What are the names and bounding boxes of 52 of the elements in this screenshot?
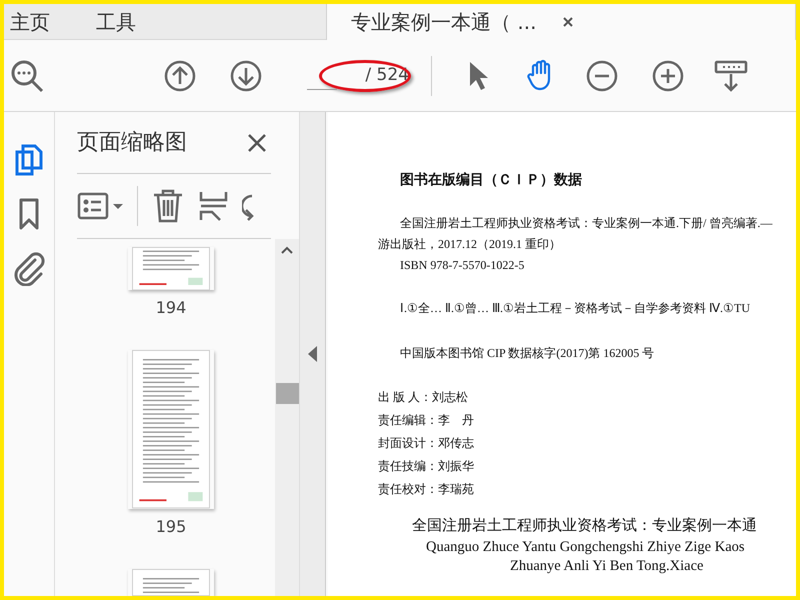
credit-line: 封面设计：邓传志 — [378, 435, 475, 452]
previous-page-button[interactable] — [164, 60, 196, 92]
search-icon — [10, 58, 44, 92]
list-icon — [77, 192, 109, 220]
credit-line: 责任校对：李瑞苑 — [378, 481, 475, 498]
triangle-left-icon — [308, 346, 317, 362]
credit-line: 出 版 人：刘志松 — [378, 389, 469, 406]
pages-icon — [14, 142, 44, 176]
book-title: 全国注册岩土工程师执业资格考试：专业案例一本通 — [412, 516, 758, 536]
scrollbar-thumb[interactable] — [276, 383, 298, 404]
paperclip-icon — [13, 252, 45, 286]
scroll-up-button[interactable] — [280, 245, 294, 255]
credit-line: 责任技编：刘振华 — [378, 458, 475, 475]
document-heading: 图书在版编目（ＣＩＰ）数据 — [400, 171, 583, 190]
zoom-out-button[interactable] — [586, 60, 618, 92]
close-panel-button[interactable] — [247, 132, 267, 152]
fit-page-button[interactable] — [714, 60, 748, 92]
caret-icon — [113, 204, 123, 208]
download-icon — [714, 60, 748, 92]
pinyin-title: Zhuanye Anli Yi Ben Tong.Xiace — [510, 556, 704, 576]
chevron-up-icon — [280, 245, 294, 255]
search-button[interactable] — [10, 58, 44, 92]
zoom-in-icon — [652, 60, 684, 92]
bookmark-icon — [17, 198, 41, 230]
page-split-icon — [198, 190, 228, 222]
tab[interactable]: 专业案例一本通（ ... — [326, 4, 796, 40]
bookmarks-button[interactable] — [17, 198, 41, 230]
document-text: Ⅰ.①全… Ⅱ.①曾… Ⅲ.①岩土工程－资格考试－自学参考资料 Ⅳ.①TU — [400, 300, 751, 317]
credit-line: 责任编辑：李 丹 — [378, 412, 475, 429]
zoom-in-button[interactable] — [652, 60, 684, 92]
panel-title: 页面缩略图 — [77, 129, 187, 157]
next-page-button[interactable] — [230, 60, 262, 92]
tab[interactable]: 工具 — [90, 4, 136, 40]
document-text: ISBN 978-7-5570-1022-5 — [400, 257, 526, 274]
attachments-button[interactable] — [13, 252, 45, 286]
pinyin-title: Quanguo Zhuce Yantu Gongchengshi Zhiye Zige Kaos — [426, 538, 746, 556]
document-text: 游出版社，2017.12（2019.1 重印） — [378, 236, 562, 253]
trash-icon — [152, 189, 184, 223]
page-number: 194 — [156, 297, 186, 320]
page-total: / 524 — [365, 64, 409, 87]
close-icon[interactable] — [562, 16, 574, 28]
document-text: 中国版本图书馆 CIP 数据核字(2017)第 162005 号 — [400, 345, 656, 362]
page-number: 195 — [156, 516, 186, 538]
pages-button[interactable] — [14, 142, 44, 176]
close-icon — [247, 132, 267, 152]
collapse-panel-button[interactable] — [308, 346, 317, 362]
zoom-out-icon — [586, 60, 618, 92]
extract-button[interactable] — [198, 190, 228, 222]
document-text: 全国注册岩土工程师执业资格考试：专业案例一本通.下册/ 曾亮编著.— — [400, 215, 774, 232]
tab[interactable]: 主页 — [4, 4, 50, 40]
delete-button[interactable] — [152, 189, 184, 223]
options-button[interactable] — [77, 192, 123, 220]
